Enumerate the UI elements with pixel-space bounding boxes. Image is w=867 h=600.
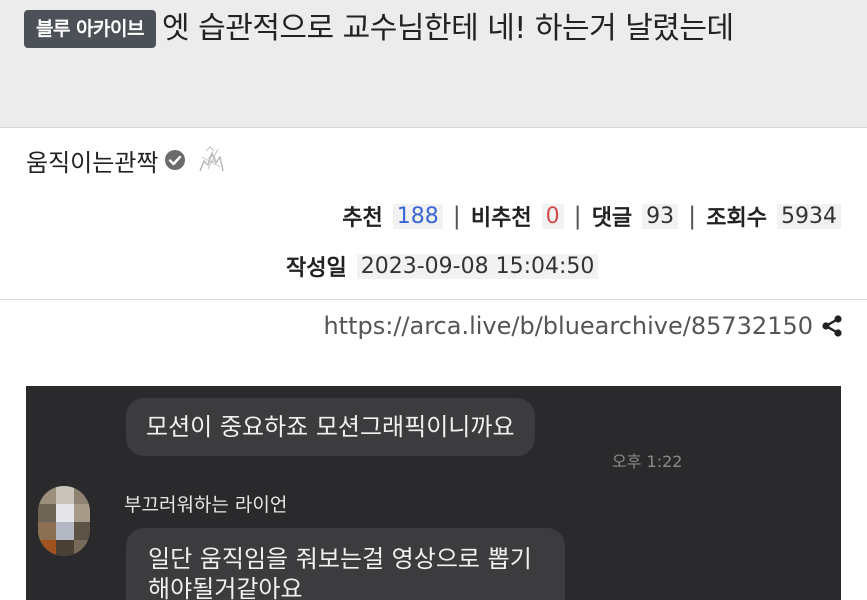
view-label: 조회수 (706, 206, 767, 231)
channel-badge[interactable]: 블루 아카이브 (24, 10, 156, 48)
verified-check-icon (165, 150, 186, 170)
sketch-sticker-icon (199, 146, 225, 172)
stat-separator: | (452, 202, 461, 230)
date-label: 작성일 (286, 256, 347, 281)
view-count: 5934 (777, 203, 841, 229)
post-stats: 추천 188 | 비추천 0 | 댓글 93 | 조회수 5934 (342, 196, 841, 236)
downvote-label: 비추천 (470, 206, 532, 231)
chat-bubble-sent: 모션이 중요하죠 모션그래픽이니까요 (126, 398, 535, 456)
share-icon[interactable] (819, 313, 845, 339)
post-url-row: https://arca.live/b/bluearchive/85732150 (323, 306, 845, 346)
comment-count: 93 (642, 203, 679, 229)
post-header: 블루 아카이브 엣 습관적으로 교수님한테 네! 하는거 날렸는데 (0, 0, 867, 128)
post-date-row: 작성일 2023-09-08 15:04:50 (286, 246, 599, 286)
divider (0, 299, 867, 300)
comment-label: 댓글 (591, 206, 633, 231)
stat-separator: | (688, 202, 697, 230)
chat-screenshot: 모션이 중요하죠 모션그래픽이니까요 오후 1:22 부끄러워하는 라이언 일단… (26, 386, 841, 600)
pixelated-avatar-icon (38, 486, 90, 556)
post-url[interactable]: https://arca.live/b/bluearchive/85732150 (323, 312, 813, 340)
stat-separator: | (573, 202, 582, 230)
message-timestamp: 오후 1:22 (612, 452, 683, 471)
sender-name: 부끄러워하는 라이언 (124, 494, 288, 516)
chat-bubble-received: 일단 움직임을 줘보는걸 영상으로 뽑기해야될거같아요 (126, 528, 565, 600)
upvote-label: 추천 (342, 206, 383, 231)
post-title: 블루 아카이브 엣 습관적으로 교수님한테 네! 하는거 날렸는데 (24, 8, 844, 50)
author-name[interactable]: 움직이는관짝 (26, 143, 158, 178)
post-date: 2023-09-08 15:04:50 (356, 253, 599, 279)
upvote-count: 188 (392, 203, 443, 229)
post-title-text: 엣 습관적으로 교수님한테 네! 하는거 날렸는데 (162, 11, 734, 46)
downvote-count: 0 (541, 203, 564, 229)
avatar (38, 486, 90, 556)
author-row: 움직이는관짝 (26, 140, 228, 180)
